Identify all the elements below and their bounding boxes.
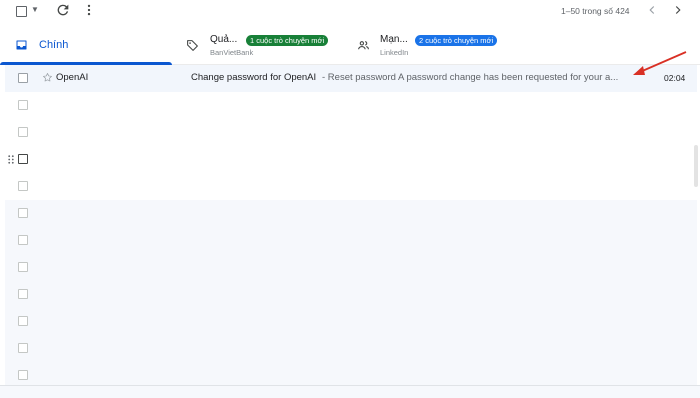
empty-row (5, 281, 697, 309)
select-all-checkbox[interactable] (16, 6, 27, 17)
row-checkbox[interactable] (18, 370, 28, 380)
annotation-arrow (633, 51, 687, 75)
row-checkbox[interactable] (18, 343, 28, 353)
list-footer (0, 385, 700, 398)
email-snippet: - Reset password A password change has b… (322, 72, 619, 83)
drag-handle-icon[interactable] (8, 155, 14, 164)
caret-down-icon[interactable]: ▼ (31, 5, 39, 14)
tab-social[interactable]: Mạn... 2 cuộc trò chuyện mới LinkedIn (350, 26, 530, 64)
row-checkbox[interactable] (18, 316, 28, 326)
star-icon[interactable] (42, 72, 53, 83)
row-checkbox[interactable] (18, 208, 28, 218)
category-tabs: Chính Quả... 1 cuộc trò chuyện mới BanVi… (0, 26, 700, 65)
empty-row (5, 92, 697, 120)
chevron-left-icon[interactable] (645, 3, 659, 17)
row-checkbox[interactable] (18, 154, 28, 164)
chevron-right-icon[interactable] (671, 3, 685, 17)
refresh-icon[interactable] (55, 2, 71, 18)
tab-primary[interactable]: Chính (0, 26, 172, 65)
tab-primary-label: Chính (39, 39, 69, 51)
row-checkbox[interactable] (18, 127, 28, 137)
row-checkbox[interactable] (18, 73, 28, 83)
empty-row (5, 227, 697, 255)
empty-row (5, 119, 697, 147)
row-checkbox[interactable] (18, 235, 28, 245)
row-checkbox[interactable] (18, 100, 28, 110)
social-new-badge: 2 cuộc trò chuyện mới (415, 35, 498, 46)
empty-row (5, 254, 697, 282)
pagination-range: 1–50 trong số 424 (561, 6, 630, 16)
list-scrollbar[interactable] (694, 145, 698, 187)
empty-row (5, 173, 697, 201)
empty-row (5, 146, 697, 174)
tag-icon (187, 40, 198, 51)
empty-row (5, 335, 697, 363)
tab-social-label: Mạn... (380, 34, 408, 45)
email-sender: OpenAI (56, 72, 89, 83)
row-checkbox[interactable] (18, 181, 28, 191)
email-row-openai[interactable]: OpenAI Change password for OpenAI - Rese… (5, 65, 697, 93)
people-icon (358, 41, 369, 50)
empty-row (5, 200, 697, 228)
toolbar: ▼ 1–50 trong số 424 (0, 0, 700, 24)
tab-promotions-label: Quả... (210, 34, 238, 45)
row-checkbox[interactable] (18, 262, 28, 272)
empty-row (5, 308, 697, 336)
tab-promotions[interactable]: Quả... 1 cuộc trò chuyện mới BanVietBank (172, 26, 350, 64)
promotions-sender: BanVietBank (210, 48, 254, 57)
row-checkbox[interactable] (18, 289, 28, 299)
more-vert-icon[interactable] (82, 2, 96, 18)
email-subject: Change password for OpenAI (191, 72, 317, 83)
promotions-new-badge: 1 cuộc trò chuyện mới (246, 35, 329, 46)
social-sender: LinkedIn (380, 48, 409, 57)
inbox-icon (16, 40, 27, 50)
